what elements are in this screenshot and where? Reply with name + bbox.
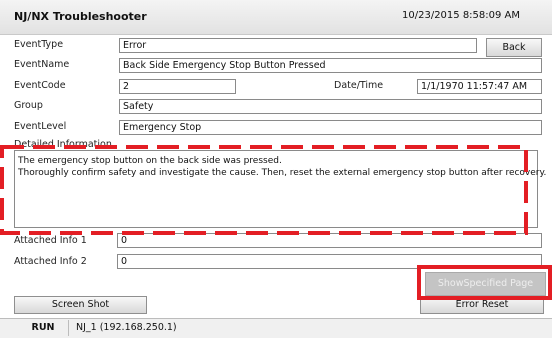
run-status: RUN [18,320,69,336]
highlight-overlay [0,145,552,300]
show-page-highlight-frame [417,265,552,300]
detail-highlight-frame [0,145,528,235]
connection-info: NJ_1 (192.168.250.1) [76,322,177,333]
